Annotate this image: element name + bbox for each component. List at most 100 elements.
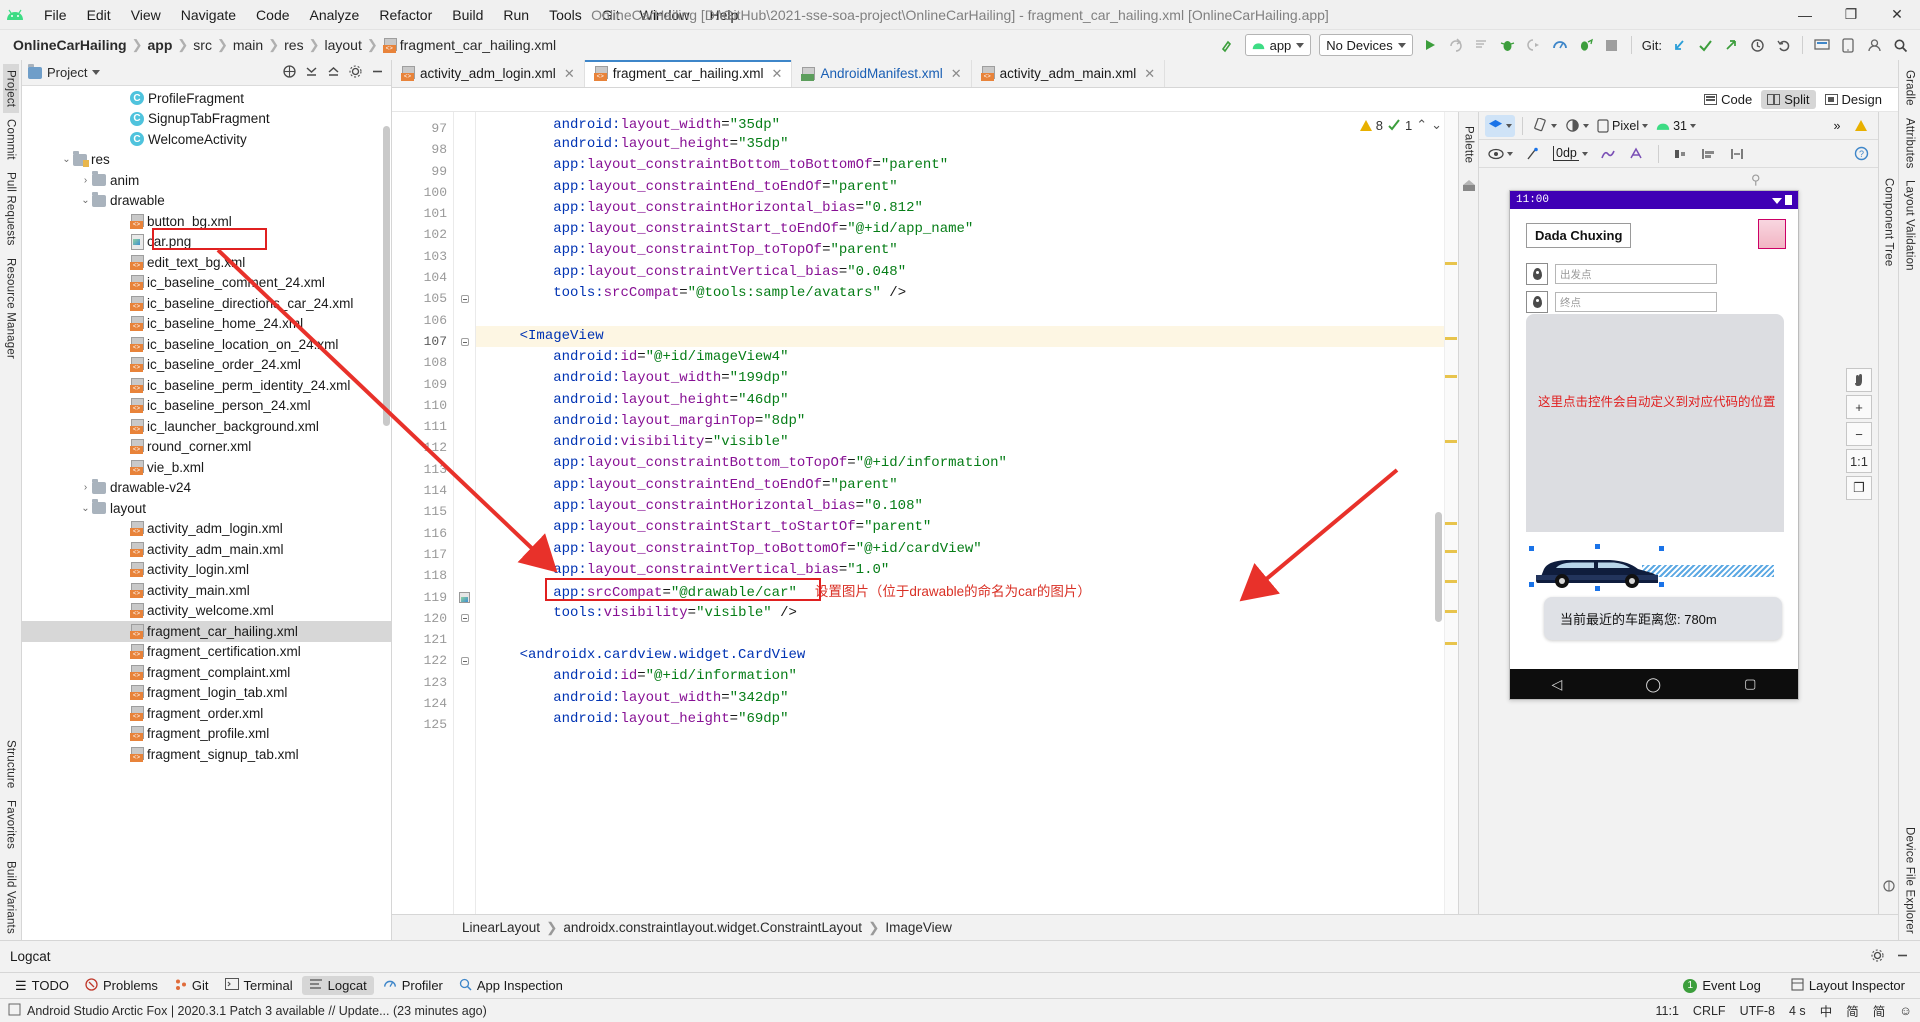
- preview-info-card[interactable]: 当前最近的车距离您: 780m: [1544, 597, 1782, 640]
- breadcrumb-app[interactable]: app: [144, 37, 175, 53]
- view-mode-split[interactable]: Split: [1761, 90, 1816, 109]
- view-options-eye-icon[interactable]: [1485, 143, 1516, 165]
- select-opened-file-icon[interactable]: [282, 64, 297, 82]
- menu-window[interactable]: Window: [630, 3, 700, 27]
- tree-node[interactable]: ic_baseline_perm_identity_24.xml: [22, 375, 391, 396]
- default-margin-value[interactable]: 0dp: [1550, 143, 1591, 165]
- debug-attach-process-icon[interactable]: [1574, 33, 1598, 57]
- tool-tab-device-file-explorer[interactable]: Device File Explorer: [1902, 821, 1918, 940]
- code-line[interactable]: app:layout_constraintEnd_toEndOf="parent…: [476, 475, 1458, 496]
- bottom-tab-git[interactable]: Git: [167, 976, 216, 996]
- tool-tab-project[interactable]: Project: [2, 64, 19, 114]
- avd-manager-icon[interactable]: [1836, 33, 1860, 57]
- code-line[interactable]: [476, 304, 1458, 325]
- tree-node[interactable]: fragment_complaint.xml: [22, 662, 391, 683]
- clear-constraints-icon[interactable]: [1597, 143, 1619, 165]
- zoom-to-fit-button[interactable]: ❐: [1846, 476, 1872, 500]
- code-fold-icon[interactable]: [454, 331, 475, 352]
- tree-node[interactable]: ic_launcher_background.xml: [22, 416, 391, 437]
- code-line[interactable]: android:id="@+id/information": [476, 666, 1458, 687]
- hide-panel-icon[interactable]: [370, 64, 385, 82]
- tree-node[interactable]: round_corner.xml: [22, 437, 391, 458]
- chevron-down-icon[interactable]: [92, 70, 101, 75]
- design-surface-options-icon[interactable]: [1882, 879, 1896, 896]
- tool-tab-favorites[interactable]: Favorites: [3, 794, 19, 855]
- indent-size[interactable]: 4 s: [1789, 1004, 1806, 1018]
- device-preview[interactable]: 11:00 Dada Chuxing 出发点 终点 这里点击控件会自动定义到对应…: [1509, 190, 1799, 700]
- editor-tab-activity-adm-login[interactable]: activity_adm_login.xml ✕: [392, 60, 585, 87]
- collapse-all-icon[interactable]: [304, 64, 319, 82]
- search-icon[interactable]: [1888, 33, 1912, 57]
- bottom-tab-profiler[interactable]: Profiler: [376, 975, 450, 996]
- element-crumb-linearlayout[interactable]: LinearLayout: [462, 920, 540, 935]
- tree-node[interactable]: C ProfileFragment: [22, 88, 391, 109]
- editor-tab-activity-adm-main[interactable]: activity_adm_main.xml ✕: [971, 60, 1166, 87]
- editor-tab-fragment-car-hailing[interactable]: fragment_car_hailing.xml ✕: [584, 60, 793, 87]
- design-canvas[interactable]: ⚲ 11:00 Dada Chuxing 出发点 终点 这里点击控件会自动定义到…: [1479, 168, 1878, 914]
- chevron-right-icon[interactable]: ›: [79, 482, 92, 493]
- inspection-marker[interactable]: [1445, 375, 1457, 378]
- ime-indicator-1[interactable]: 中: [1820, 1001, 1833, 1020]
- resize-handle-t[interactable]: [1594, 543, 1601, 550]
- tree-node[interactable]: ic_baseline_person_24.xml: [22, 396, 391, 417]
- tree-node[interactable]: fragment_signup_tab.xml: [22, 744, 391, 765]
- tool-tab-resource-manager[interactable]: Resource Manager: [3, 252, 19, 365]
- chevron-down-icon[interactable]: ⌄: [79, 503, 92, 514]
- home-nav-icon[interactable]: ◯: [1645, 676, 1661, 693]
- bottom-tab-logcat[interactable]: Logcat: [301, 976, 374, 995]
- element-crumb-constraintlayout[interactable]: androidx.constraintlayout.widget.Constra…: [563, 920, 862, 935]
- code-line[interactable]: android:id="@+id/imageView4": [476, 347, 1458, 368]
- code-line[interactable]: android:layout_height="69dp": [476, 709, 1458, 730]
- debug-button[interactable]: [1496, 33, 1520, 57]
- code-line[interactable]: android:layout_height="46dp": [476, 390, 1458, 411]
- constraints-toggle-icon[interactable]: [1522, 143, 1544, 165]
- api-level-selector[interactable]: 31: [1653, 115, 1699, 137]
- close-icon[interactable]: ✕: [772, 66, 783, 82]
- zoom-actual-size-button[interactable]: 1:1: [1846, 449, 1872, 473]
- hide-panel-icon[interactable]: [1895, 948, 1910, 966]
- code-line[interactable]: app:layout_constraintVertical_bias="0.04…: [476, 262, 1458, 283]
- code-line[interactable]: app:layout_constraintHorizontal_bias="0.…: [476, 198, 1458, 219]
- preview-map-area[interactable]: [1526, 314, 1784, 532]
- minimize-button[interactable]: —: [1782, 0, 1828, 30]
- line-separator[interactable]: CRLF: [1693, 1004, 1726, 1018]
- element-crumb-imageview[interactable]: ImageView: [885, 920, 952, 935]
- more-options-icon[interactable]: »: [1826, 115, 1848, 137]
- file-encoding[interactable]: UTF-8: [1740, 1004, 1775, 1018]
- inspection-marker[interactable]: [1445, 522, 1457, 525]
- preview-start-input[interactable]: 出发点: [1555, 264, 1717, 284]
- tree-node[interactable]: ic_baseline_directions_car_24.xml: [22, 293, 391, 314]
- undo-icon[interactable]: [1771, 33, 1795, 57]
- view-mode-design[interactable]: Design: [1819, 90, 1888, 109]
- inspection-marker[interactable]: [1445, 337, 1457, 340]
- editor-scrollbar[interactable]: [1435, 512, 1442, 622]
- tree-node[interactable]: activity_adm_login.xml: [22, 519, 391, 540]
- menu-file[interactable]: File: [34, 3, 77, 27]
- theme-icon[interactable]: [1562, 115, 1592, 137]
- code-line[interactable]: app:layout_constraintBottom_toBottomOf="…: [476, 155, 1458, 176]
- view-mode-code[interactable]: Code: [1698, 90, 1758, 109]
- profiler-icon[interactable]: [1548, 33, 1572, 57]
- tree-node[interactable]: activity_adm_main.xml: [22, 539, 391, 560]
- bottom-tab-problems[interactable]: Problems: [78, 976, 165, 996]
- pack-icon[interactable]: [1670, 143, 1692, 165]
- tool-tab-pull-requests[interactable]: Pull Requests: [3, 166, 19, 252]
- settings-gear-icon[interactable]: [1870, 948, 1885, 966]
- tree-node[interactable]: fragment_login_tab.xml: [22, 683, 391, 704]
- resource-preview-gutter-icon[interactable]: [454, 587, 475, 608]
- tree-node[interactable]: fragment_order.xml: [22, 703, 391, 724]
- status-message[interactable]: Android Studio Arctic Fox | 2020.3.1 Pat…: [27, 1004, 487, 1018]
- design-mode-icon[interactable]: [1485, 114, 1515, 137]
- guidelines-icon[interactable]: [1726, 143, 1748, 165]
- code-line[interactable]: app:layout_constraintTop_toBottomOf="@+i…: [476, 539, 1458, 560]
- menu-navigate[interactable]: Navigate: [171, 3, 246, 27]
- code-line[interactable]: android:layout_marginTop="8dp": [476, 411, 1458, 432]
- tree-node[interactable]: ⌄ res: [22, 150, 391, 171]
- git-update-icon[interactable]: [1667, 33, 1691, 57]
- code-line[interactable]: tools:visibility="visible" />: [476, 603, 1458, 624]
- tool-tab-layout-validation[interactable]: Layout Validation: [1902, 174, 1918, 277]
- menu-git[interactable]: Git: [592, 3, 630, 27]
- code-line[interactable]: app:layout_constraintStart_toEndOf="@+id…: [476, 219, 1458, 240]
- code-line[interactable]: <ImageView: [476, 325, 1458, 347]
- bottom-tab-app-inspection[interactable]: App Inspection: [452, 976, 570, 996]
